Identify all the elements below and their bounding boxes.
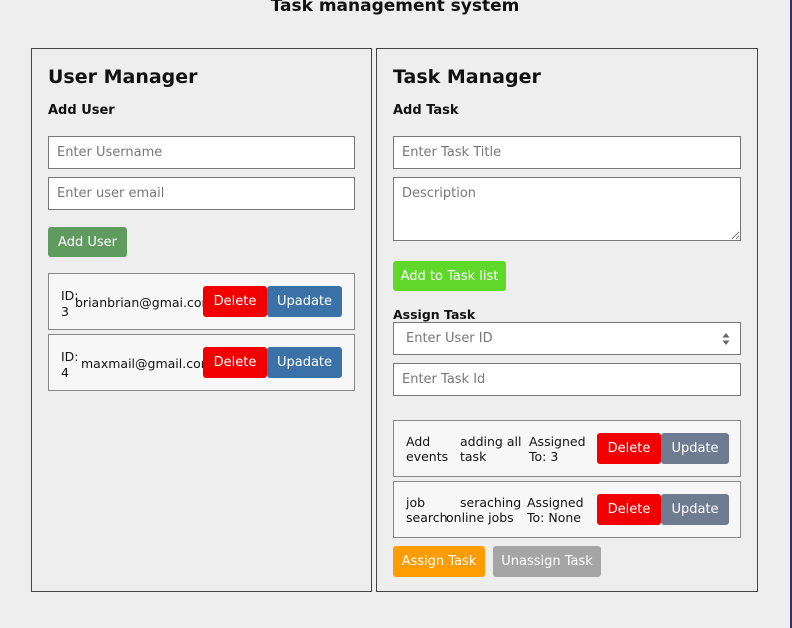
update-task-button[interactable]: Update (661, 494, 729, 525)
update-task-button[interactable]: Update (661, 433, 729, 464)
delete-task-button[interactable]: Delete (597, 433, 661, 464)
user-id-select-placeholder: Enter User ID (406, 331, 493, 346)
delete-user-button[interactable]: Delete (203, 286, 267, 317)
update-user-button[interactable]: Upadate (267, 286, 342, 317)
user-email-input[interactable] (48, 177, 355, 210)
user-email: brianbrian@gmai.com (75, 295, 203, 310)
user-id-select[interactable]: Enter User ID (393, 322, 741, 355)
task-assignee: Assigned To: 3 (529, 434, 586, 464)
add-task-button[interactable]: Add to Task list (393, 261, 506, 291)
task-row: Add events adding all task Assigned To: 3 D… (393, 420, 741, 477)
updown-arrows-icon (722, 333, 730, 345)
add-user-heading: Add User (48, 103, 115, 118)
task-description-textarea[interactable] (393, 177, 741, 241)
user-manager-title: User Manager (48, 66, 198, 88)
task-manager-title: Task Manager (393, 66, 541, 88)
unassign-task-button[interactable]: Unassign Task (493, 546, 601, 577)
username-input[interactable] (48, 136, 355, 169)
task-title: Add events (406, 434, 449, 464)
task-assignee: Assigned To: None (527, 495, 584, 525)
user-email: maxmail@gmail.com (81, 356, 203, 371)
task-manager-panel: Task Manager Add Task Add to Task list A… (376, 48, 758, 592)
user-id-value: 3 (61, 304, 69, 319)
page-title: Task management system (270, 0, 520, 16)
delete-user-button[interactable]: Delete (203, 347, 267, 378)
assign-task-button[interactable]: Assign Task (393, 546, 485, 577)
task-row: job search seraching online jobs Assigned T… (393, 481, 741, 538)
delete-task-button[interactable]: Delete (597, 494, 661, 525)
task-description: adding all task (460, 434, 522, 464)
user-id-value: 4 (61, 365, 69, 380)
assign-task-heading: Assign Task (393, 307, 476, 322)
update-user-button[interactable]: Upadate (267, 347, 342, 378)
user-manager-panel: User Manager Add User Add User ID: 3 bri… (31, 48, 372, 592)
task-id-input[interactable] (393, 363, 741, 396)
task-title-input[interactable] (393, 136, 741, 169)
add-user-button[interactable]: Add User (48, 227, 127, 257)
add-task-heading: Add Task (393, 103, 459, 118)
task-description: seraching online jobs (446, 495, 522, 525)
user-id-label: ID: (61, 349, 79, 364)
user-row: ID: 3 brianbrian@gmai.com Delete Upadate (48, 273, 355, 330)
user-row: ID: 4 maxmail@gmail.com Delete Upadate (48, 334, 355, 391)
